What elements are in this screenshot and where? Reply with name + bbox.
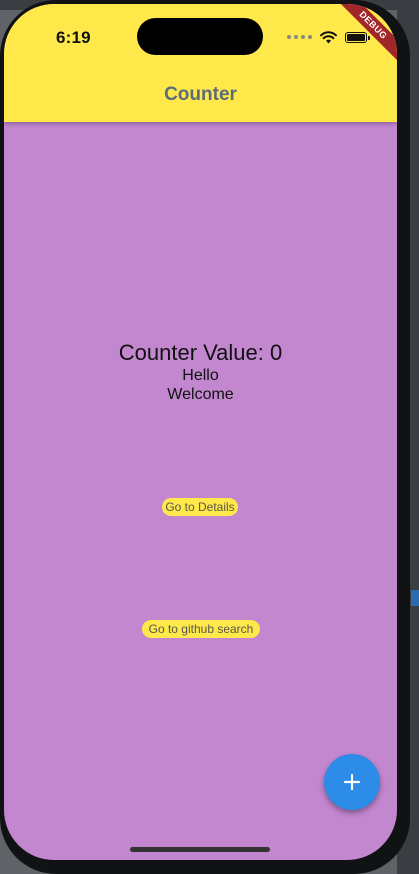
home-indicator[interactable] [130,847,270,852]
status-time: 6:19 [56,28,91,47]
app-bar: 6:19 Counter DEBUG [4,4,397,122]
go-to-github-search-button[interactable]: Go to github search [142,620,260,638]
increment-fab[interactable] [324,754,380,810]
status-icons [287,30,370,44]
signal-icon [287,35,312,39]
counter-value-text: Counter Value: 0 [118,340,283,365]
welcome-text: Welcome [167,386,234,403]
phone-frame: 6:19 Counter DEBUG Counter Value: 0 Hell… [0,0,410,874]
add-icon [343,773,361,791]
counter-display: Counter Value: 0 Hello Welcome [4,340,397,404]
dynamic-island [137,18,263,55]
wifi-icon [320,30,337,43]
hello-text: Hello [182,367,219,384]
page-title: Counter [164,84,237,105]
battery-icon [345,31,370,43]
app-screen: 6:19 Counter DEBUG Counter Value: 0 Hell… [4,4,397,860]
go-to-details-button[interactable]: Go to Details [162,498,238,516]
